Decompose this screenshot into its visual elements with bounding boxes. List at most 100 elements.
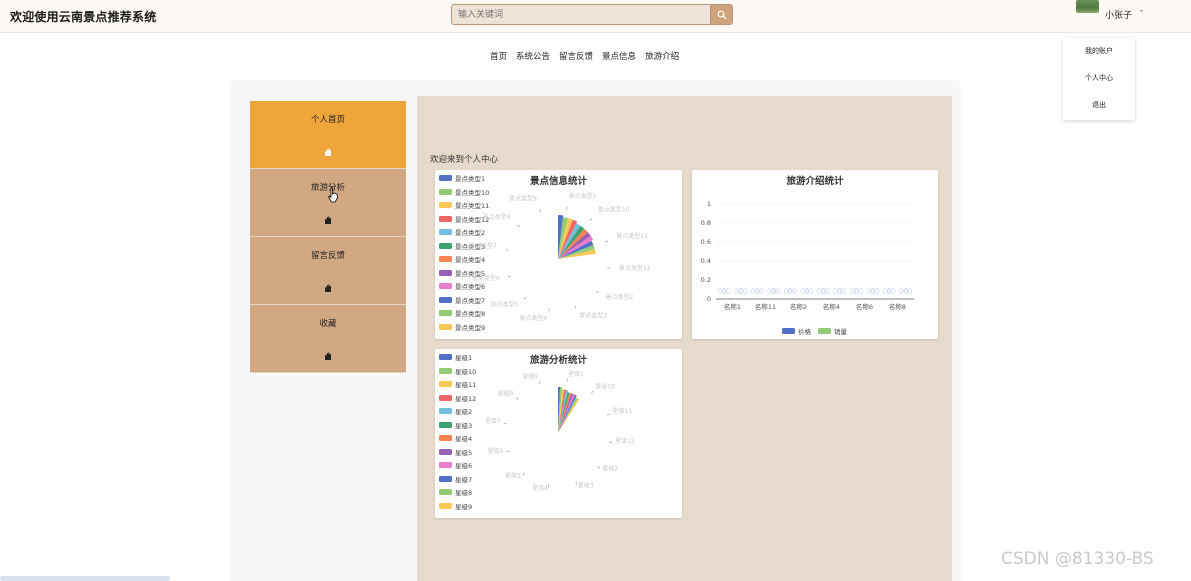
hand-icon: [325, 148, 331, 156]
legend-label[interactable]: 价格: [798, 327, 812, 336]
label-leader-line: [597, 466, 601, 469]
slice-label: 景点类型2: [605, 293, 633, 301]
slice-label: 星级8: [498, 390, 514, 398]
bar-value-label: 00: [820, 287, 830, 296]
label-leader-line: [548, 484, 550, 488]
sidebar-item-travel-analysis[interactable]: 旅游分析: [250, 169, 406, 237]
label-leader-line: [503, 423, 507, 425]
bar-value-label: 00: [853, 287, 863, 296]
horizontal-scrollbar[interactable]: [0, 576, 170, 581]
site-title: 欢迎使用云南景点推荐系统: [10, 10, 157, 24]
hand-icon: [325, 284, 331, 292]
main-nav: 首页 系统公告 留言反馈 景点信息 旅游介绍: [490, 50, 679, 62]
pie-chart: 景点类型1景点类型10景点类型11景点类型12景点类型2景点类型3景点类型4景点…: [469, 192, 651, 322]
label-leader-line: [539, 209, 542, 213]
search-icon: [717, 10, 726, 19]
slice-label: 星级5: [505, 471, 521, 479]
slice-label: 景点类型12: [619, 264, 651, 272]
label-leader-line: [517, 224, 520, 228]
search-box: [451, 4, 733, 25]
slice-label: 景点类型5: [490, 300, 518, 308]
search-button[interactable]: [710, 5, 732, 24]
nav-item-announcement[interactable]: 系统公告: [516, 50, 550, 62]
bar-value-label: 00: [870, 287, 880, 296]
x-tick-label: 名称4: [823, 302, 840, 311]
slice-label: 星级1: [568, 370, 584, 378]
slice-label: 星级7: [485, 417, 501, 425]
legend-swatch[interactable]: [782, 328, 795, 334]
slice-label: 星级4: [532, 484, 548, 492]
y-tick-label: 0.2: [701, 276, 711, 284]
menu-item-my-account[interactable]: 我的账户: [1063, 38, 1135, 65]
y-tick-label: 0.4: [701, 257, 711, 265]
bar-value-label: 00: [721, 287, 731, 296]
slice-label: 星级2: [602, 464, 618, 472]
bar-value-label: 00: [738, 287, 748, 296]
nav-item-feedback[interactable]: 留言反馈: [559, 50, 593, 62]
y-tick-label: 0.8: [701, 219, 711, 227]
legend-swatch[interactable]: [818, 328, 831, 334]
chart-card-travel-intro-stats: 旅游介绍统计 1 0.8 0.6 0.4 0.2 0 00 00 00 00 00 00 00 00 00 0…: [692, 170, 938, 339]
sidebar-item-label: 个人首页: [310, 115, 345, 125]
label-leader-line: [591, 390, 594, 394]
slice-label: 景点类型10: [598, 206, 630, 214]
slice-label: 景点类型3: [579, 311, 607, 319]
label-leader-line: [609, 441, 613, 443]
chart-card-attraction-stats: 景点信息统计 景点类型1 景点类型10 景点类型11 景点类型12 景点类型2 景点类型3…: [435, 170, 682, 339]
bar-value-label: 00: [771, 287, 781, 296]
bar-value-label: 00: [837, 287, 847, 296]
slice-label: 星级12: [615, 437, 635, 445]
user-menu-caret[interactable]: -: [1140, 6, 1143, 16]
sidebar: 个人首页 旅游分析 留言反馈 收藏: [250, 101, 406, 373]
label-leader-line: [606, 413, 610, 416]
bar-value-label: 00: [903, 287, 913, 296]
slice-label: 星级3: [578, 482, 594, 490]
user-name[interactable]: 小张子: [1105, 8, 1132, 21]
chart-card-travel-analysis-stats: 旅游分析统计 星级1 星级10 星级11 星级12 星级2 星级3 星级4 星级5 星级6 星级7…: [435, 349, 682, 518]
label-leader-line: [566, 206, 568, 210]
menu-item-personal-center[interactable]: 个人中心: [1063, 65, 1135, 92]
slice-label: 景点类型7: [469, 242, 497, 250]
label-leader-line: [604, 240, 608, 243]
bar-value-label: 00: [804, 287, 814, 296]
slice-label: 景点类型9: [509, 195, 537, 203]
x-tick-label: 名称6: [856, 302, 873, 311]
label-leader-line: [574, 305, 577, 309]
slice-label: 景点类型6: [472, 274, 500, 282]
sidebar-item-favorites[interactable]: 收藏: [250, 305, 406, 373]
nav-item-home[interactable]: 首页: [490, 50, 507, 62]
slice-label: 景点类型8: [483, 213, 511, 221]
label-leader-line: [596, 290, 599, 294]
nav-item-attractions[interactable]: 景点信息: [602, 50, 636, 62]
legend-label[interactable]: 销量: [834, 327, 848, 336]
user-dropdown: 我的账户 个人中心 退出: [1063, 38, 1135, 120]
menu-item-logout[interactable]: 退出: [1063, 92, 1135, 119]
label-leader-line: [548, 308, 550, 312]
label-leader-line: [575, 481, 578, 485]
watermark: CSDN @81330-BS: [1001, 549, 1154, 569]
search-input[interactable]: [452, 5, 710, 24]
label-leader-line: [538, 381, 541, 385]
avatar[interactable]: [1076, 0, 1099, 13]
slice-label: 景点类型4: [519, 314, 547, 322]
label-leader-line: [522, 472, 525, 476]
y-tick-label: 0: [707, 295, 711, 303]
sidebar-item-profile-home[interactable]: 个人首页: [250, 101, 406, 169]
label-leader-line: [515, 397, 519, 400]
pie-chart: 星级1 星级10 星级11 星级12 星级2 星级3 星级4 星级5 星级6 星级7 星级8 星级9: [485, 370, 635, 492]
x-tick-label: 名称8: [889, 302, 906, 311]
bar-value-label: 00: [787, 287, 797, 296]
top-bar: 欢迎使用云南景点推荐系统 小张子 -: [0, 0, 1191, 33]
slice-label: 景点类型11: [616, 232, 648, 240]
label-leader-line: [566, 378, 568, 382]
label-leader-line: [506, 450, 510, 453]
label-leader-line: [505, 249, 509, 251]
sidebar-item-feedback[interactable]: 留言反馈: [250, 237, 406, 305]
label-leader-line: [607, 267, 611, 269]
slice-label: 景点类型1: [569, 192, 597, 200]
slice-label: 星级9: [522, 372, 538, 380]
x-tick-label: 名称2: [790, 302, 807, 311]
nav-item-travel-intro[interactable]: 旅游介绍: [645, 50, 679, 62]
sidebar-item-label: 收藏: [319, 319, 337, 329]
label-leader-line: [508, 275, 512, 278]
